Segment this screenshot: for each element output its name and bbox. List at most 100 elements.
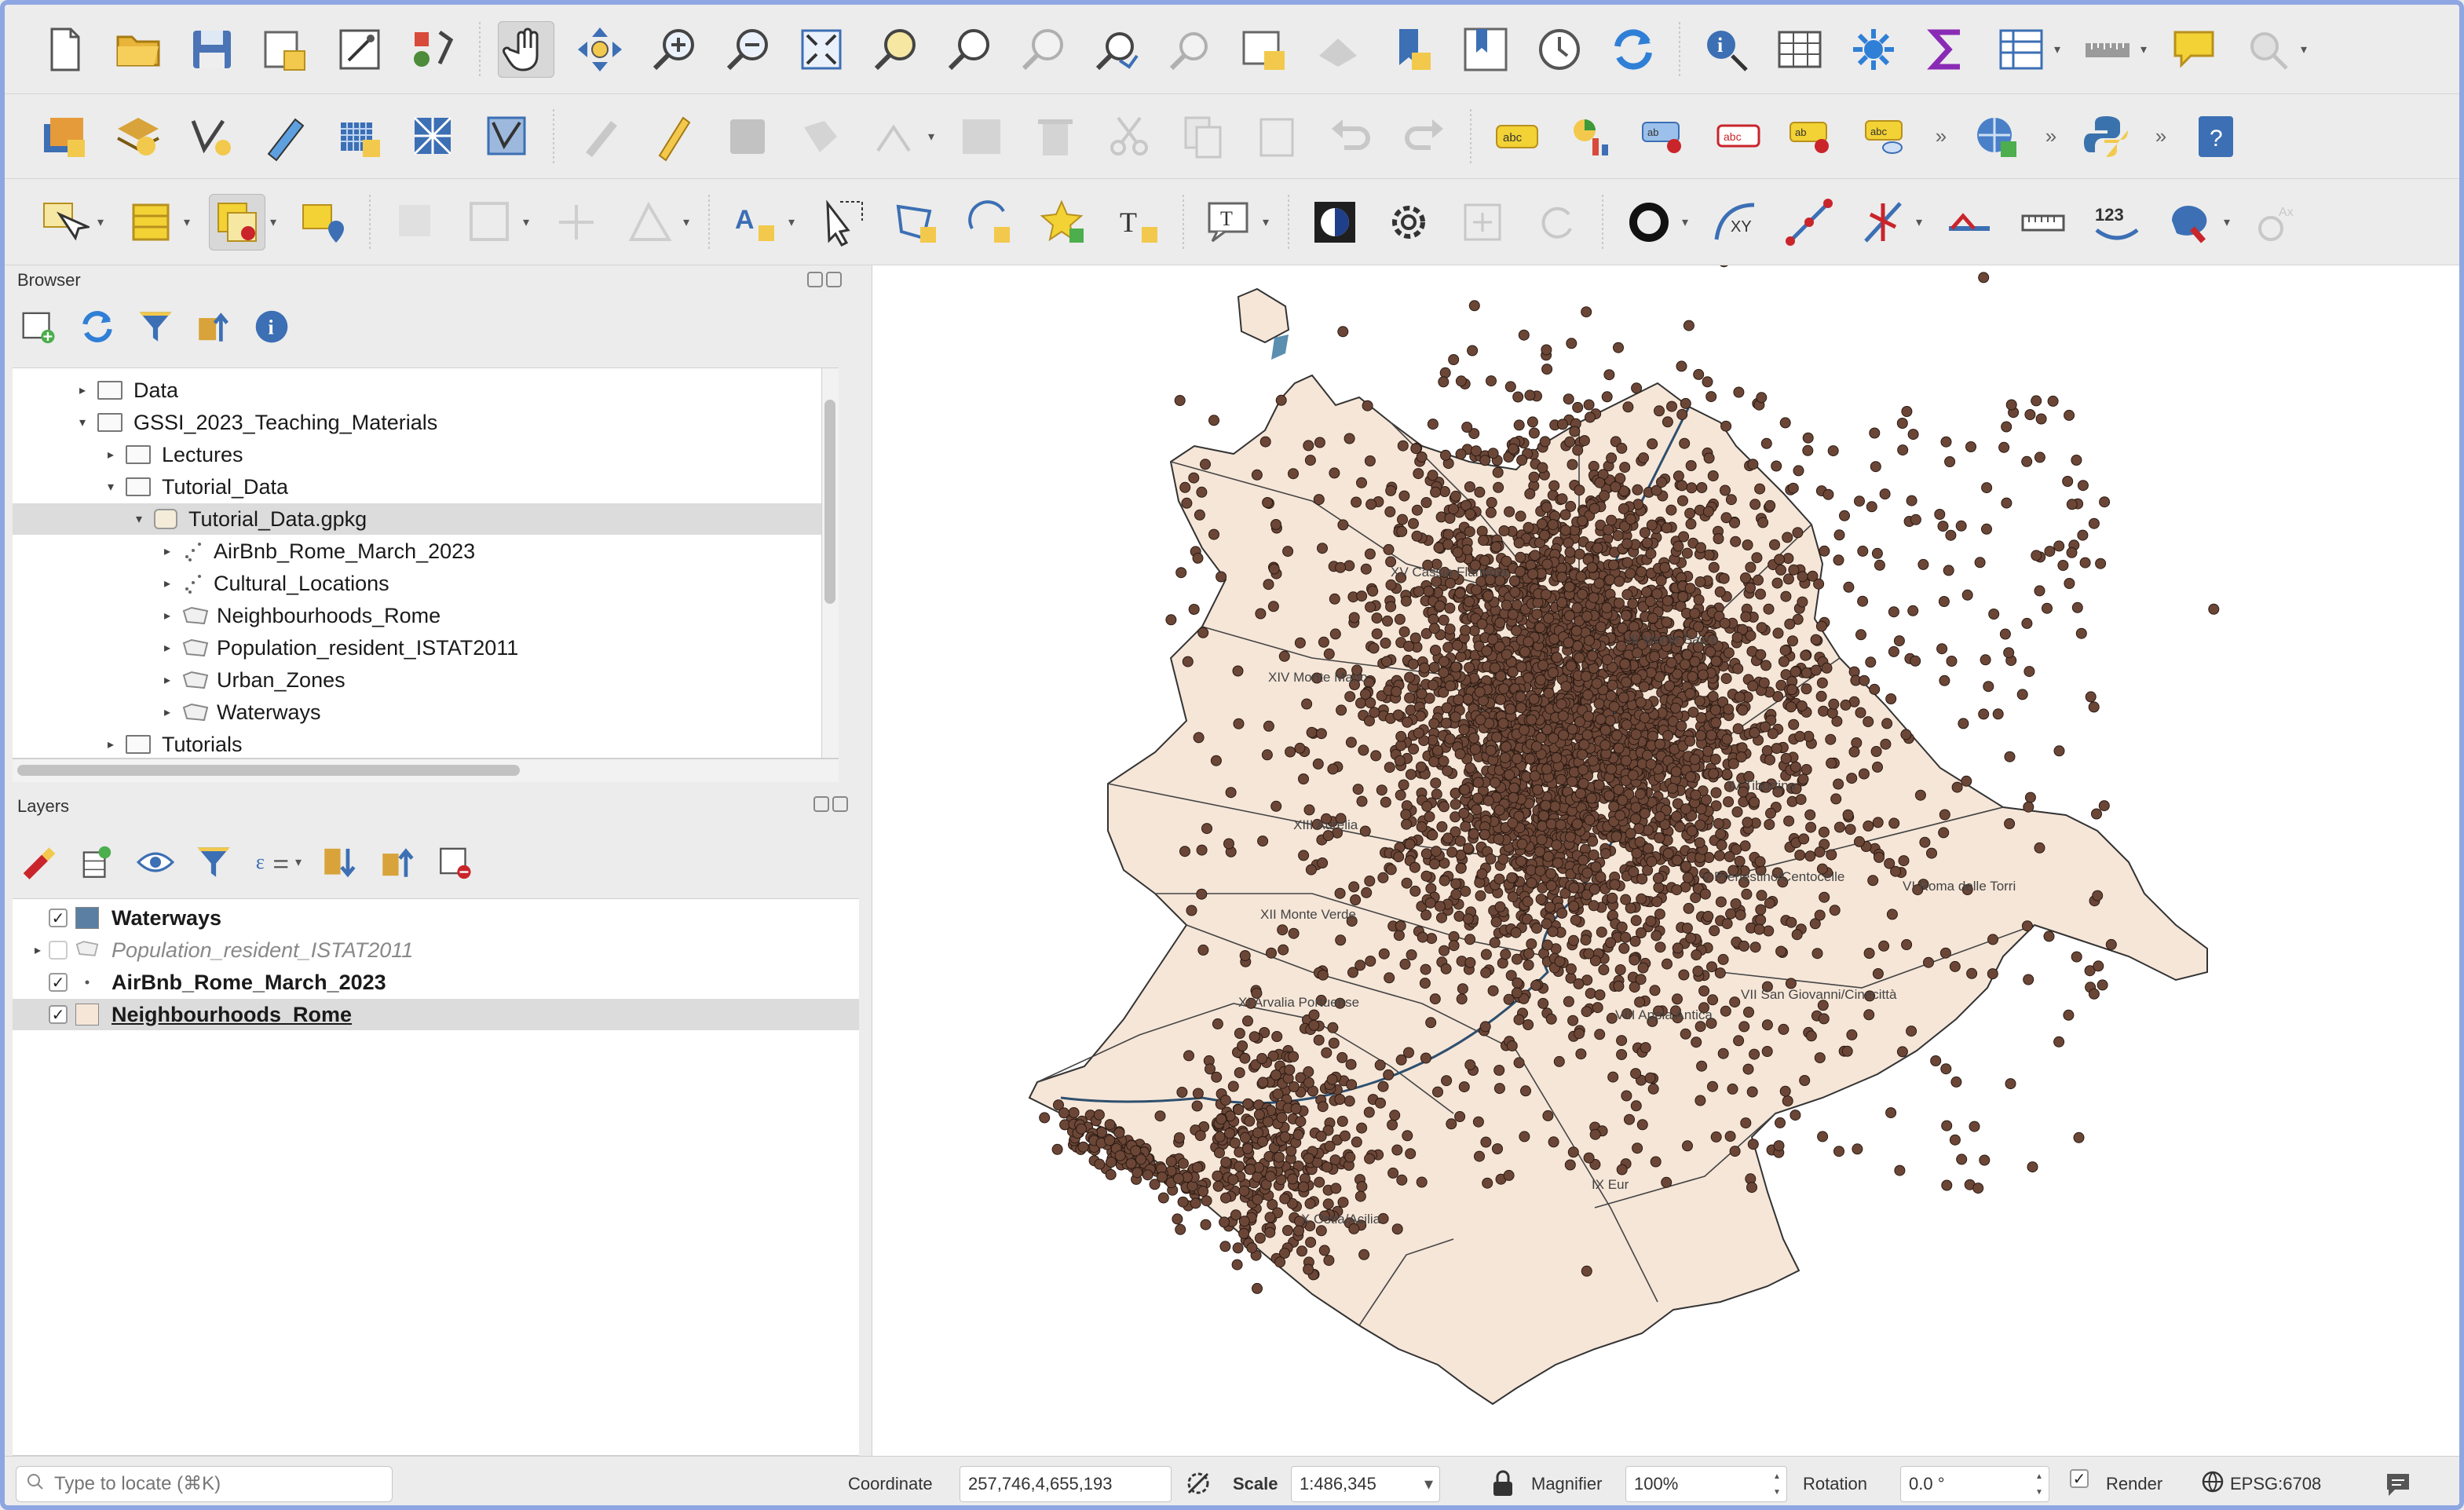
gear-icon[interactable]: Ax	[2249, 194, 2305, 250]
refresh-icon[interactable]	[1605, 21, 1662, 78]
locator-input[interactable]	[54, 1473, 384, 1495]
add-text-icon[interactable]: T	[1109, 194, 1165, 250]
toggle-editing-icon[interactable]	[645, 108, 702, 165]
dropdown-caret[interactable]: ▾	[682, 194, 691, 250]
digitize-icon[interactable]	[258, 108, 314, 165]
zoom-in-icon[interactable]	[645, 21, 702, 78]
browser-item[interactable]: ▸ Urban_Zones	[13, 664, 839, 696]
add-star-icon[interactable]	[1035, 194, 1091, 250]
browser-item[interactable]: ▸ Lectures	[13, 439, 839, 470]
save-as-icon[interactable]	[258, 21, 314, 78]
cad-icon[interactable]	[462, 194, 518, 250]
color-icon[interactable]	[2162, 194, 2219, 250]
mask-icon[interactable]	[1307, 194, 1363, 250]
dropdown-caret[interactable]: ▾	[787, 194, 796, 250]
rome-neighbourhoods-map[interactable]: XV Cassia Flaminia III Monte Sacro XIV Mon…	[872, 265, 2460, 1456]
field-calculator-icon[interactable]	[1993, 21, 2049, 78]
reload-icon[interactable]	[1528, 194, 1585, 250]
paste-features-icon[interactable]	[1248, 108, 1305, 165]
dropdown-caret[interactable]: ▾	[2053, 21, 2062, 78]
delete-selected-icon[interactable]	[1027, 108, 1084, 165]
spin-arrows-icon[interactable]: ▲ ▼	[1769, 1468, 1785, 1500]
ruler-icon[interactable]	[2015, 194, 2071, 250]
toolbar-overflow-icon[interactable]: »	[2042, 124, 2060, 148]
move-label-icon[interactable]: ab	[1784, 108, 1841, 165]
current-edits-icon[interactable]	[572, 108, 628, 165]
expanded-arrow-icon[interactable]: ▾	[104, 479, 118, 495]
locator-search-box[interactable]	[16, 1466, 393, 1502]
manage-visibility-icon[interactable]	[133, 840, 177, 884]
annotation-icon[interactable]: A	[727, 194, 784, 250]
help-icon[interactable]: ?	[2188, 108, 2244, 165]
collapse-all-icon[interactable]	[375, 840, 419, 884]
browser-item[interactable]: ▾ Tutorial_Data.gpkg	[13, 503, 839, 535]
show-hide-labels-icon[interactable]: abc	[1710, 108, 1767, 165]
filter-legend-icon[interactable]	[192, 840, 236, 884]
magnifier-spinbox[interactable]: 100% ▲ ▼	[1625, 1466, 1787, 1502]
open-table-icon[interactable]	[122, 194, 179, 250]
layer-row[interactable]: ▸ Population_resident_ISTAT2011	[13, 934, 859, 966]
map-tips-icon[interactable]	[2166, 21, 2222, 78]
browser-item[interactable]: ▸ Waterways	[13, 697, 839, 728]
zoom-last-icon[interactable]	[1088, 21, 1145, 78]
split-icon[interactable]	[548, 194, 605, 250]
plugins-icon[interactable]	[1968, 108, 2024, 165]
label-icon[interactable]: abc	[1489, 108, 1545, 165]
render-checkbox[interactable]: ✓	[2070, 1469, 2097, 1488]
collapsed-arrow-icon[interactable]: ▸	[160, 608, 174, 623]
zoom-to-selection-icon[interactable]	[867, 21, 923, 78]
new-project-icon[interactable]	[36, 21, 93, 78]
add-feature-icon[interactable]	[793, 108, 850, 165]
browser-item[interactable]: ▾ Tutorial_Data	[13, 471, 839, 503]
dropdown-caret[interactable]: ▾	[1914, 194, 1924, 250]
layer-visibility-checkbox[interactable]: ✓	[49, 1005, 68, 1024]
dropdown-caret[interactable]: ▾	[1680, 194, 1690, 250]
text-annotation-icon[interactable]: T	[1201, 194, 1258, 250]
sum-icon[interactable]	[1919, 21, 1976, 78]
dropdown-caret[interactable]: ▾	[927, 108, 936, 165]
collapsed-arrow-icon[interactable]: ▸	[104, 737, 118, 752]
pan-map-icon[interactable]	[498, 20, 554, 78]
add-layer-icon[interactable]	[110, 108, 166, 165]
rotation-spinbox[interactable]: 0.0 ° ▲ ▼	[1900, 1466, 2049, 1502]
browser-item[interactable]: ▸ Population_resident_ISTAT2011	[13, 632, 839, 664]
statistics-icon[interactable]	[1845, 21, 1902, 78]
snap-icon[interactable]	[1855, 194, 1911, 250]
attribute-table-icon[interactable]	[1771, 21, 1828, 78]
dropdown-caret[interactable]: ▾	[182, 194, 192, 250]
dropdown-caret[interactable]: ▾	[1261, 194, 1270, 250]
zoom-native-icon[interactable]	[1014, 21, 1071, 78]
layer-styling-icon[interactable]	[17, 840, 61, 884]
style-manager-icon[interactable]	[405, 21, 462, 78]
save-project-icon[interactable]	[184, 21, 240, 78]
lock-scale-icon[interactable]	[1490, 1468, 1515, 1504]
panel-float-close-buttons[interactable]	[813, 796, 850, 817]
add-polygon-icon[interactable]	[887, 194, 944, 250]
dropdown-caret[interactable]: ▾	[96, 194, 105, 250]
undo-icon[interactable]	[1322, 108, 1379, 165]
select-features-icon[interactable]	[36, 194, 93, 250]
browser-item[interactable]: ▸ Cultural_Locations	[13, 568, 839, 599]
collapsed-arrow-icon[interactable]: ▸	[27, 942, 49, 958]
python-icon[interactable]	[2078, 108, 2134, 165]
merge-icon[interactable]	[622, 194, 678, 250]
toolbar-overflow-icon[interactable]: »	[2151, 124, 2170, 148]
collapsed-arrow-icon[interactable]: ▸	[160, 640, 174, 656]
dropdown-caret[interactable]: ▾	[294, 834, 303, 890]
zoom-to-layer-icon[interactable]	[941, 21, 997, 78]
collapse-all-icon[interactable]	[192, 305, 236, 349]
cut-features-icon[interactable]	[1101, 108, 1157, 165]
collapsed-arrow-icon[interactable]: ▸	[104, 447, 118, 463]
add-vector-tile-icon[interactable]	[479, 108, 536, 165]
open-project-icon[interactable]	[110, 21, 166, 78]
copy-features-icon[interactable]	[1175, 108, 1231, 165]
layer-row[interactable]: ✓ Waterways	[13, 902, 859, 934]
collapsed-arrow-icon[interactable]: ▸	[160, 704, 174, 720]
add-vector-icon[interactable]	[184, 108, 240, 165]
browser-horizontal-scrollbar[interactable]	[13, 759, 839, 782]
identify-icon[interactable]: i	[1698, 21, 1754, 78]
browser-item[interactable]: ▸ Neighbourhoods_Rome	[13, 600, 839, 631]
dropdown-caret[interactable]: ▾	[2139, 21, 2148, 78]
locator-icon[interactable]	[2239, 21, 2296, 78]
dropdown-caret[interactable]: ▾	[269, 194, 278, 250]
